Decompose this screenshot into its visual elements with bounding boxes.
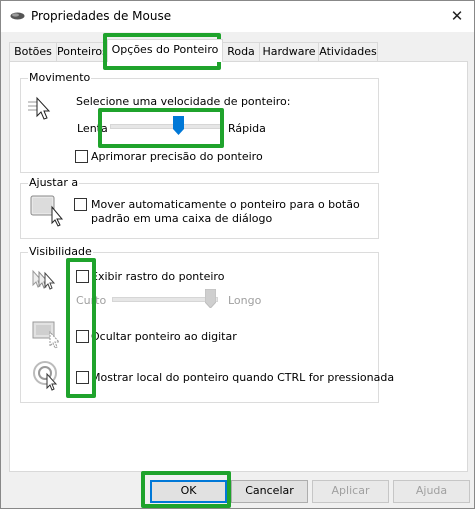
speed-prompt: Selecione uma velocidade de ponteiro:: [76, 95, 291, 108]
speed-slider-track[interactable]: [110, 124, 222, 129]
speed-slow-label: Lenta: [77, 122, 108, 135]
group-title-movimento: Movimento: [28, 71, 92, 84]
ok-button[interactable]: OK: [150, 480, 227, 503]
tab-atividades[interactable]: Atividades: [318, 42, 378, 61]
pointer-speed-icon: [28, 96, 51, 120]
snap-to-checkbox[interactable]: [74, 198, 87, 211]
snap-to-icon: [30, 195, 64, 227]
tab-botoes[interactable]: Botões: [9, 42, 57, 61]
snap-to-label-line1: Mover automaticamente o ponteiro para o …: [91, 198, 360, 211]
trail-length-slider-track: [112, 297, 218, 302]
pointer-trails-label: Exibir rastro do ponteiro: [91, 270, 225, 283]
tab-roda[interactable]: Roda: [222, 42, 260, 61]
speed-slider-thumb[interactable]: [172, 116, 184, 135]
hide-pointer-checkbox[interactable]: [76, 330, 89, 343]
close-icon[interactable]: ✕: [448, 7, 466, 25]
pointer-trails-checkbox[interactable]: [76, 270, 89, 283]
apply-button[interactable]: Aplicar: [312, 480, 389, 503]
show-location-label: Mostrar local do ponteiro quando CTRL fo…: [91, 371, 395, 384]
trail-short-label: Curto: [76, 294, 107, 307]
mouse-properties-window: Propriedades de Mouse ✕ Botões Ponteiros…: [0, 0, 475, 509]
tab-hardware[interactable]: Hardware: [259, 42, 319, 61]
show-location-icon: [33, 361, 58, 391]
speed-fast-label: Rápida: [226, 122, 266, 135]
hide-pointer-label: Ocultar ponteiro ao digitar: [91, 330, 237, 343]
trail-length-slider-thumb: [205, 289, 216, 308]
group-title-ajustar: Ajustar a: [28, 176, 80, 189]
snap-to-label-line2: padrão em uma caixa de diálogo: [91, 212, 273, 225]
window-title: Propriedades de Mouse: [31, 9, 172, 23]
pointer-trails-icon: [32, 269, 56, 290]
help-button[interactable]: Ajuda: [393, 480, 470, 503]
mouse-icon: [10, 12, 25, 20]
group-title-visibilidade: Visibilidade: [28, 245, 93, 258]
show-location-checkbox[interactable]: [76, 371, 89, 384]
group-ajustar: Ajustar a: [20, 176, 379, 239]
title-bar[interactable]: Propriedades de Mouse ✕: [1, 1, 474, 32]
enhance-precision-label: Aprimorar precisão do ponteiro: [91, 150, 263, 163]
tab-panel: Movimento Selecione uma velocidade de po…: [9, 61, 468, 472]
tab-ponteiros[interactable]: Ponteiros: [56, 42, 108, 61]
cancel-button[interactable]: Cancelar: [231, 480, 308, 503]
tab-opcoes-do-ponteiro[interactable]: Opções do Ponteiro: [107, 39, 223, 62]
hide-pointer-icon: [32, 321, 61, 349]
enhance-precision-checkbox[interactable]: [75, 150, 88, 163]
trail-long-label: Longo: [228, 294, 262, 307]
